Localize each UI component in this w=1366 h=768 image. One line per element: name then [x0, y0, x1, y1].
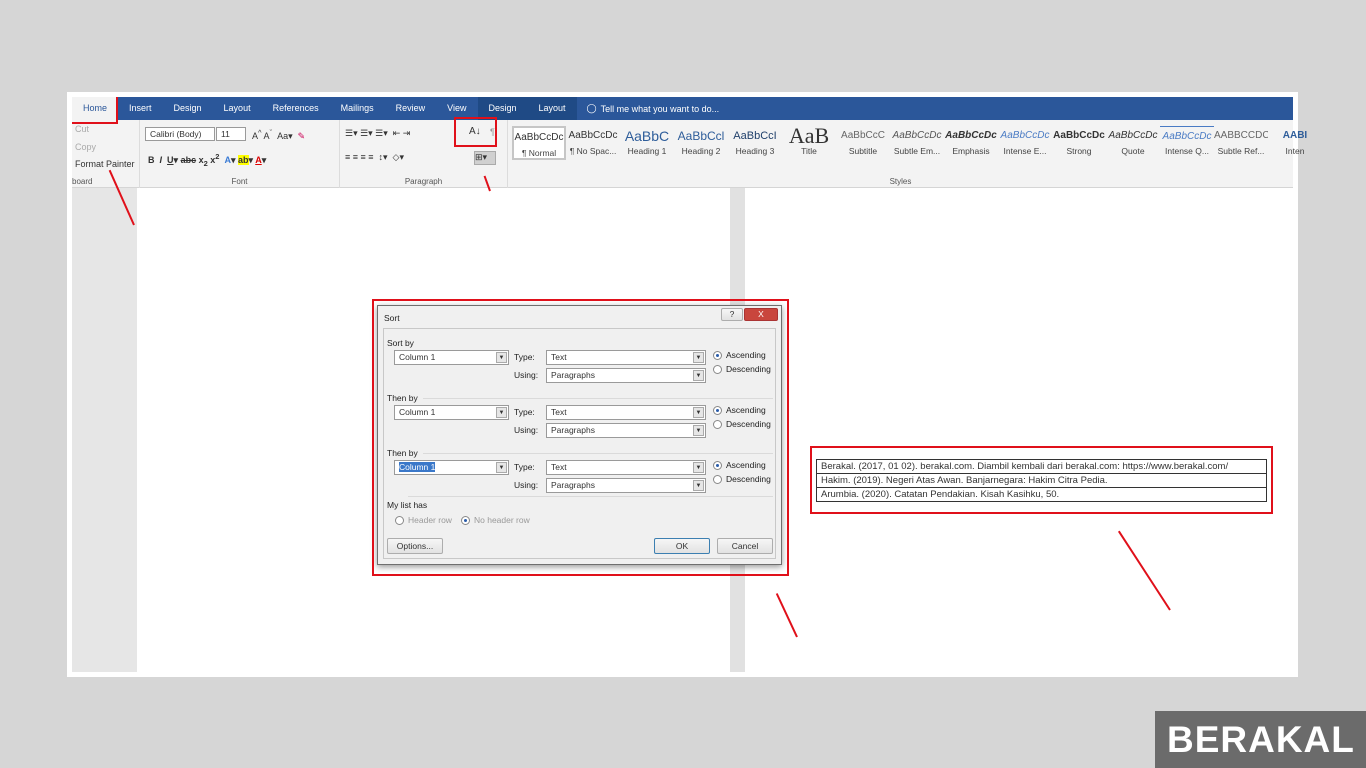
style-name: Strong	[1066, 146, 1092, 156]
ribbon-tabs: Home Insert Design Layout References Mai…	[72, 97, 1293, 120]
tab-insert[interactable]: Insert	[118, 97, 163, 120]
grow-font-icon[interactable]: A^ Aˇ Aa▾ ✎	[252, 128, 305, 142]
style-preview: AaBbCcDc	[514, 132, 564, 143]
style-preview: AaBbCcDc	[945, 130, 997, 141]
style-name: Intense E...	[1003, 146, 1047, 156]
tab-layout[interactable]: Layout	[213, 97, 262, 120]
highlight-dialog	[372, 299, 789, 576]
left-margin	[72, 188, 137, 672]
style-name: Subtle Ref...	[1217, 146, 1265, 156]
style-subtle-ref[interactable]: AABBCCDC Subtle Ref...	[1214, 126, 1268, 156]
style-preview: AABBCCDC	[1214, 130, 1268, 141]
clipboard-label: board	[72, 177, 93, 186]
style-inten[interactable]: AABI Inten	[1268, 126, 1322, 156]
style-preview: AaBbCcDc	[568, 130, 618, 141]
style-emphasis[interactable]: AaBbCcDc Emphasis	[944, 126, 998, 156]
style-preview: AaBbCcC	[841, 130, 885, 141]
highlight-sort	[454, 117, 497, 147]
style-preview: AABI	[1282, 130, 1308, 141]
font-size-select[interactable]: 11	[216, 127, 246, 141]
borders-button[interactable]: ⊞▾	[474, 151, 496, 165]
style-name: Subtle Em...	[893, 146, 941, 156]
style-name: ¶ Normal	[521, 148, 557, 158]
tab-table-layout[interactable]: Layout	[527, 97, 577, 120]
format-painter-button[interactable]: Format Painter	[75, 159, 135, 169]
tab-mailings[interactable]: Mailings	[330, 97, 385, 120]
style-title[interactable]: AaB Title	[782, 126, 836, 156]
style-heading-3[interactable]: AaBbCcI Heading 3	[728, 126, 782, 156]
tab-design[interactable]: Design	[163, 97, 213, 120]
style-preview: AaBbCcDc	[1000, 130, 1050, 141]
clipboard-group: Cut Copy Format Painter board	[72, 120, 140, 188]
style-heading-2[interactable]: AaBbCcl Heading 2	[674, 126, 728, 156]
style-name: Heading 3	[735, 146, 775, 156]
style-name: Emphasis	[952, 146, 990, 156]
format-buttons[interactable]: B I U▾ abc x2 x2 A▾ ab▾ A▾	[148, 152, 266, 168]
style-name: Inten	[1285, 146, 1305, 156]
styles-label: Styles	[889, 177, 912, 186]
tell-me-search[interactable]: Tell me what you want to do...	[601, 104, 720, 114]
font-name-select[interactable]: Calibri (Body)	[145, 127, 215, 141]
style-heading-1[interactable]: AaBbC Heading 1	[620, 126, 674, 156]
highlight-home	[72, 97, 118, 124]
alignment-icons[interactable]: ≡ ≡ ≡ ≡ ↕▾ ◇▾	[345, 152, 404, 163]
style-name: Subtitle	[848, 146, 878, 156]
style-preview: AaB	[788, 126, 830, 146]
style-preview: AaBbC	[624, 128, 670, 144]
style-preview: AaBbCcl	[677, 129, 725, 143]
style-name: Quote	[1121, 146, 1145, 156]
style-subtitle[interactable]: AaBbCcC Subtitle	[836, 126, 890, 156]
style-preview: AaBbCcDc	[1053, 130, 1105, 141]
cut-button[interactable]: Cut	[75, 124, 89, 134]
ribbon: Cut Copy Format Painter board Calibri (B…	[72, 120, 1307, 188]
style-name: Heading 1	[627, 146, 667, 156]
highlight-table	[810, 446, 1273, 514]
style-subtle-em[interactable]: AaBbCcDc Subtle Em...	[890, 126, 944, 156]
paragraph-label: Paragraph	[404, 177, 443, 186]
watermark-logo: BERAKAL	[1155, 711, 1366, 768]
style-name: Intense Q...	[1165, 146, 1209, 156]
style-preview: AaBbCcDc	[1108, 130, 1158, 141]
style-preview: AaBbCcDc	[892, 130, 942, 141]
style-name: Heading 2	[681, 146, 721, 156]
tab-review[interactable]: Review	[385, 97, 437, 120]
style-intense-e[interactable]: AaBbCcDc Intense E...	[998, 126, 1052, 156]
style-strong[interactable]: AaBbCcDc Strong	[1052, 126, 1106, 156]
style-intense-q[interactable]: AaBbCcDc Intense Q...	[1160, 126, 1214, 156]
styles-group: AaBbCcDc ¶ Normal AaBbCcDc ¶ No Spac... AaBb…	[508, 120, 1307, 188]
style-name: Title	[801, 146, 817, 156]
style-preview: AaBbCcDc	[1160, 126, 1214, 146]
tab-references[interactable]: References	[262, 97, 330, 120]
style-no-spac[interactable]: AaBbCcDc ¶ No Spac...	[566, 126, 620, 156]
lightbulb-icon: ◯	[586, 103, 597, 113]
font-label: Font	[231, 177, 248, 186]
style-name: ¶ No Spac...	[569, 146, 617, 156]
style-normal[interactable]: AaBbCcDc ¶ Normal	[512, 126, 566, 160]
style-quote[interactable]: AaBbCcDc Quote	[1106, 126, 1160, 156]
style-preview: AaBbCcI	[733, 130, 777, 142]
font-group: Calibri (Body) 11 A^ Aˇ Aa▾ ✎ B I U▾ abc…	[140, 120, 340, 188]
copy-button[interactable]: Copy	[75, 142, 96, 152]
list-icons[interactable]: ☰▾ ☰▾ ☰▾ ⇤ ⇥	[345, 128, 410, 139]
document-page-right	[745, 188, 1293, 672]
